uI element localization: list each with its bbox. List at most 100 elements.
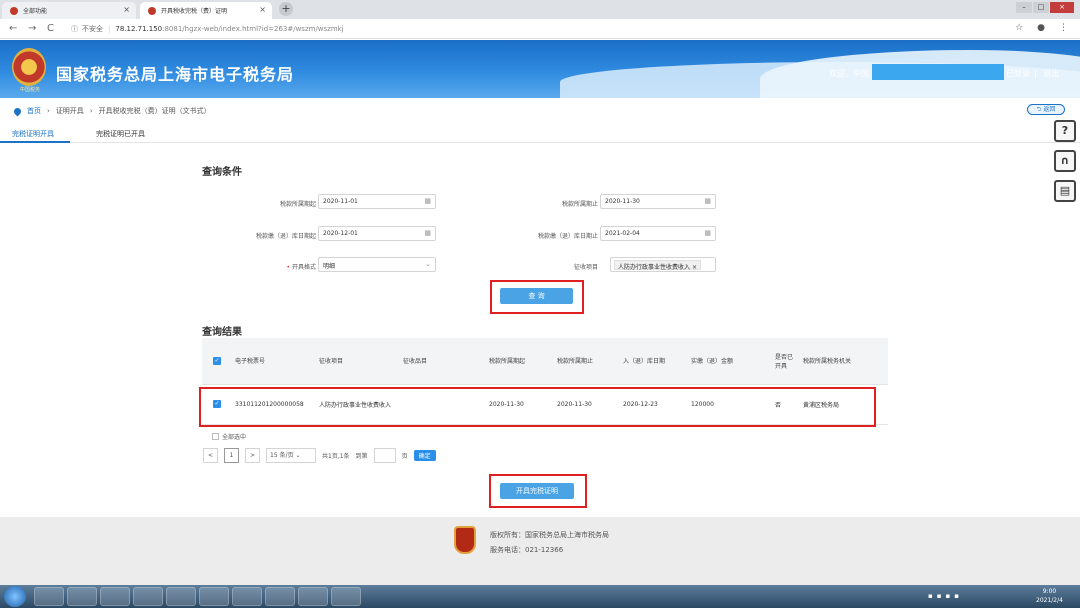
clock-date: 2021/2/4	[1036, 597, 1063, 604]
page-number[interactable]: 1	[224, 448, 239, 463]
format-value: 明细	[323, 263, 336, 270]
tax-bureau-logo	[454, 526, 476, 554]
return-arrow-icon: ⮌	[1036, 106, 1042, 113]
chat-icon[interactable]	[199, 587, 229, 606]
stock-end-value: 2021-02-04	[605, 230, 640, 237]
calendar-icon: ▦	[704, 197, 711, 205]
item-select[interactable]: 人防办行政事业性收费收入 ×	[610, 257, 716, 272]
ie-icon[interactable]	[34, 587, 64, 606]
input-method-icon[interactable]: ▪	[946, 592, 951, 600]
app-icon[interactable]	[331, 587, 361, 606]
media-player-icon[interactable]	[100, 587, 130, 606]
tab-certificate-issued[interactable]: 完税证明已开具	[96, 129, 145, 139]
clock-time: 9:00	[1042, 588, 1057, 595]
calendar-icon: ▦	[704, 229, 711, 237]
item-label: 征收项目	[573, 264, 598, 271]
select-all-checkbox[interactable]: ✓	[213, 356, 221, 365]
goto-confirm-button[interactable]: 确定	[413, 450, 436, 461]
system-tray: ▪ ▪ ▪ ▪	[928, 592, 959, 600]
format-label: • 开具格式	[286, 264, 316, 271]
reload-icon[interactable]: C	[47, 23, 57, 34]
taskbar-clock[interactable]: 9:00 2021/2/4	[1036, 587, 1063, 605]
issue-certificate-button[interactable]: 开具完税证明	[500, 483, 574, 499]
close-window-button[interactable]: ×	[1050, 2, 1074, 13]
volume-icon[interactable]: ▪	[937, 592, 942, 600]
subtab-bar: 完税证明开具 完税证明已开具	[0, 123, 1080, 143]
excel-icon[interactable]	[133, 587, 163, 606]
tax-emblem-logo	[12, 48, 46, 86]
period-end-label: 税款所属期止	[561, 201, 598, 208]
col-amount: 实缴（退）金额	[688, 338, 772, 385]
info-icon[interactable]: ⓘ	[71, 24, 78, 34]
browser-tab-certificate[interactable]: 开具税收完税（费）证明 ×	[140, 2, 272, 19]
period-start-input[interactable]: 2020-11-01 ▦	[318, 194, 436, 209]
account-icon[interactable]: ●	[1037, 23, 1045, 33]
browser-tab-all-functions[interactable]: 全部功能 ×	[2, 2, 136, 19]
tab-label: 开具税收完税（费）证明	[161, 8, 228, 15]
header-checkbox-cell[interactable]: ✓	[202, 338, 232, 385]
masked-username	[872, 64, 1004, 80]
chevron-down-icon: ⌄	[295, 452, 301, 459]
bookmark-star-icon[interactable]: ☆	[1015, 23, 1023, 33]
start-button[interactable]	[4, 586, 26, 607]
select-all[interactable]: 全部选中	[212, 432, 246, 441]
logged-in-label: 已登录	[1006, 69, 1030, 78]
breadcrumb-item[interactable]: 证明开具	[56, 106, 84, 116]
query-button[interactable]: 查 询	[500, 288, 573, 304]
table-header-row: ✓ 电子税票号 征收项目 征收品目 税款所属期起 税款所属期止 入（退）库日期 …	[202, 338, 888, 385]
back-button[interactable]: ⮌ 返回	[1027, 104, 1065, 115]
stock-start-input[interactable]: 2020-12-01 ▦	[318, 226, 436, 241]
close-tab-icon[interactable]: ×	[259, 5, 266, 14]
logout-link[interactable]: 退出	[1043, 69, 1059, 78]
help-icon[interactable]: ?	[1054, 120, 1076, 142]
breadcrumb-home[interactable]: 首页	[27, 106, 41, 116]
tab-label: 全部功能	[23, 8, 48, 15]
chrome-icon[interactable]	[232, 587, 262, 606]
explorer-icon[interactable]	[67, 587, 97, 606]
app-icon[interactable]	[166, 587, 196, 606]
new-tab-button[interactable]: +	[279, 2, 293, 16]
tab-certificate-issue[interactable]: 完税证明开具	[0, 129, 70, 143]
prev-page-button[interactable]: <	[203, 448, 218, 463]
col-issued: 是否已开具	[772, 338, 800, 385]
headset-icon[interactable]: ∩	[1054, 150, 1076, 172]
selected-item-tag: 人防办行政事业性收费收入 ×	[614, 260, 701, 271]
flag-icon[interactable]: ▪	[954, 592, 959, 600]
query-title: 查询条件	[202, 167, 242, 178]
breadcrumb-current: 开具税收完税（费）证明（文书式）	[98, 107, 211, 115]
close-tab-icon[interactable]: ×	[123, 5, 130, 14]
col-stock-date: 入（退）库日期	[620, 338, 688, 385]
footer-copyright: 版权所有：国家税务总局上海市税务局	[490, 531, 609, 539]
maximize-button[interactable]: □	[1033, 2, 1049, 13]
manual-book-icon[interactable]: ▤	[1054, 180, 1076, 202]
col-period-end: 税款所属期止	[554, 338, 620, 385]
remove-tag-icon[interactable]: ×	[692, 264, 697, 271]
forward-arrow-icon[interactable]: →	[28, 23, 38, 34]
next-page-button[interactable]: >	[245, 448, 260, 463]
col-period-start: 税款所属期起	[486, 338, 554, 385]
minimize-button[interactable]: –	[1016, 2, 1032, 13]
highlight-row-box	[199, 387, 876, 427]
back-arrow-icon[interactable]: ←	[9, 23, 19, 34]
goto-page-input[interactable]	[373, 448, 396, 463]
footer-phone: 服务电话：021-12366	[490, 546, 564, 554]
format-select[interactable]: 明细 ⌄	[318, 257, 436, 272]
taskbar-apps	[34, 587, 361, 606]
url-field[interactable]: ⓘ 不安全 | 78.12.71.150 :8081/hgzx-web/inde…	[71, 24, 344, 34]
col-office: 税款所属税务机关	[800, 338, 888, 385]
select-all-box[interactable]	[212, 433, 219, 440]
browser-menu-icon[interactable]: ⋮	[1059, 23, 1068, 33]
app-icon[interactable]	[298, 587, 328, 606]
page-size-select[interactable]: 15 条/页 ⌄	[266, 448, 316, 463]
browser-tab-bar: 全部功能 × 开具税收完税（费）证明 × + – □ ×	[0, 0, 1080, 19]
period-end-input[interactable]: 2020-11-30 ▦	[600, 194, 716, 209]
network-icon[interactable]: ▪	[928, 592, 933, 600]
period-start-value: 2020-11-01	[323, 198, 358, 205]
stock-start-label: 税款缴（退）库日期起	[255, 233, 316, 240]
page-summary: 共1页,1条	[322, 453, 350, 460]
breadcrumb: 首页 › 证明开具 › 开具税收完税（费）证明（文书式）	[12, 106, 211, 116]
period-end-value: 2020-11-30	[605, 198, 640, 205]
terminal-icon[interactable]	[265, 587, 295, 606]
stock-end-input[interactable]: 2021-02-04 ▦	[600, 226, 716, 241]
period-start-label: 税款所属期起	[279, 201, 316, 208]
